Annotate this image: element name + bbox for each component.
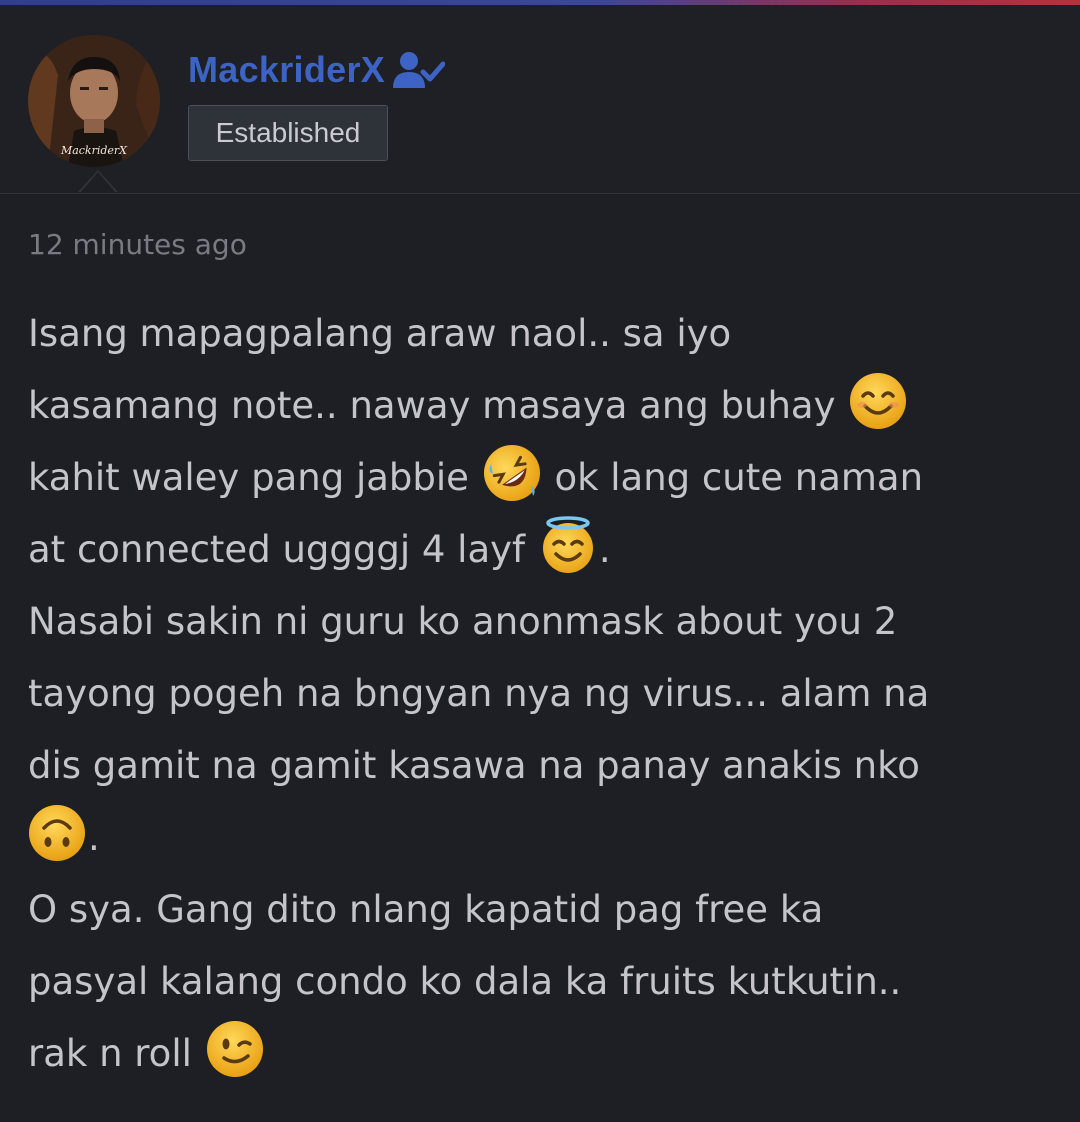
halo-face-emoji-icon bbox=[542, 516, 593, 573]
message-line: pasyal kalang condo ko dala ka fruits ku… bbox=[28, 960, 902, 1003]
winking-face-emoji-icon bbox=[206, 1021, 263, 1077]
message-line: kahit waley pang jabbie ok lang cute nam… bbox=[28, 442, 1058, 514]
post-timestamp[interactable]: 12 minutes ago bbox=[28, 228, 247, 261]
message-line: tayong pogeh na bngyan nya ng virus... a… bbox=[28, 672, 930, 715]
avatar[interactable]: MackriderX bbox=[28, 35, 160, 167]
username-link[interactable]: MackriderX bbox=[188, 49, 385, 91]
upside-down-face-emoji-icon bbox=[29, 805, 85, 861]
message-line: . bbox=[28, 802, 1058, 874]
message-line: at connected uggggj 4 layf . bbox=[28, 514, 1058, 586]
username-row: MackriderX bbox=[188, 45, 446, 95]
message-line: Nasabi sakin ni guru ko anonmask about y… bbox=[28, 600, 898, 643]
post-message-body: Isang mapagpalang araw naol.. sa iyo kas… bbox=[28, 298, 1058, 1090]
message-line: dis gamit na gamit kasawa na panay anaki… bbox=[28, 744, 920, 787]
role-badge: Established bbox=[188, 105, 388, 161]
message-line: kasamang note.. naway masaya ang buhay bbox=[28, 370, 1058, 442]
smiling-face-emoji-icon bbox=[850, 373, 907, 429]
message-line: O sya. Gang dito nlang kapatid pag free … bbox=[28, 888, 824, 931]
post-author-header: MackriderX MackriderX Established bbox=[0, 5, 1080, 194]
user-check-icon bbox=[393, 50, 446, 90]
rolling-laughing-emoji-icon bbox=[483, 445, 540, 501]
message-line: rak n roll bbox=[28, 1018, 1058, 1090]
avatar-caption: MackriderX bbox=[60, 144, 128, 157]
message-line: Isang mapagpalang araw naol.. sa iyo bbox=[28, 312, 732, 355]
